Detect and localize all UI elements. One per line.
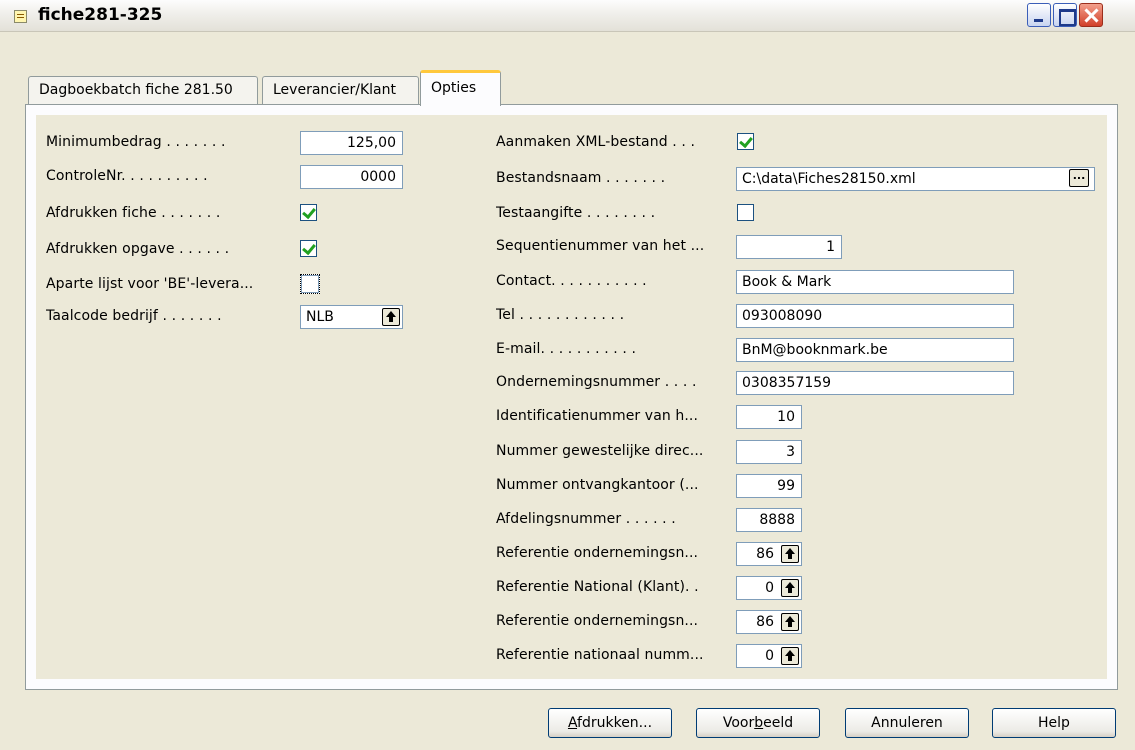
minimumbedrag-label: Minimumbedrag . . . . . . .: [46, 134, 226, 150]
row-gewestelijke: Nummer gewestelijke direc... 3: [496, 440, 1096, 464]
controlenr-label: ControleNr. . . . . . . . . .: [46, 168, 208, 184]
browse-file-button[interactable]: ...: [1069, 169, 1089, 187]
gewestelijke-label: Nummer gewestelijke direc...: [496, 443, 704, 459]
afdelingsnummer-label: Afdelingsnummer . . . . . .: [496, 511, 676, 527]
window-title: fiche281-325: [38, 5, 163, 25]
ref-nationaal-label: Referentie nationaal numm...: [496, 647, 704, 663]
contact-label: Contact. . . . . . . . . . .: [496, 273, 647, 289]
annuleren-button[interactable]: Annuleren: [845, 708, 969, 738]
row-aparte-lijst: Aparte lijst voor 'BE'-levera...: [46, 273, 416, 297]
aparte-lijst-label: Aparte lijst voor 'BE'-levera...: [46, 276, 254, 292]
dialog-window: fiche281-325 Dagboekbatch fiche 281.50 L…: [0, 0, 1135, 750]
email-input[interactable]: BnM@booknmark.be: [736, 338, 1014, 362]
xml-checkbox[interactable]: [737, 133, 754, 150]
ondernemingsnummer-label: Ondernemingsnummer . . . .: [496, 374, 697, 390]
afdrukken-button[interactable]: Afdrukken...: [548, 708, 672, 738]
voorbeeld-button[interactable]: Voorbeeld: [696, 708, 820, 738]
ontvangkantoor-input[interactable]: 99: [736, 474, 802, 498]
row-testaangifte: Testaangifte . . . . . . . .: [496, 202, 1096, 226]
options-area: Minimumbedrag . . . . . . . 125,00 Contr…: [36, 115, 1107, 679]
email-label: E-mail. . . . . . . . . . .: [496, 341, 637, 357]
ref-onderneming-1-label: Referentie ondernemingsn...: [496, 545, 699, 561]
row-email: E-mail. . . . . . . . . . . BnM@booknmar…: [496, 338, 1096, 362]
tab-panel-opties: Minimumbedrag . . . . . . . 125,00 Contr…: [25, 104, 1118, 690]
tab-dagboekbatch[interactable]: Dagboekbatch fiche 281.50: [28, 76, 258, 106]
sequentienummer-label: Sequentienummer van het ...: [496, 238, 705, 254]
help-button[interactable]: Help: [992, 708, 1116, 738]
afdelingsnummer-input[interactable]: 8888: [736, 508, 802, 532]
form-icon: [14, 10, 27, 23]
row-afdelingsnummer: Afdelingsnummer . . . . . . 8888: [496, 508, 1096, 532]
taalcode-label: Taalcode bedrijf . . . . . . .: [46, 308, 222, 324]
row-ref-onderneming-1: Referentie ondernemingsn... 86: [496, 542, 1096, 566]
row-contact: Contact. . . . . . . . . . . Book & Mark: [496, 270, 1096, 294]
afdrukken-fiche-label: Afdrukken fiche . . . . . . .: [46, 205, 221, 221]
row-identificatienummer: Identificatienummer van h... 10: [496, 405, 1096, 429]
contact-input[interactable]: Book & Mark: [736, 270, 1014, 294]
ondernemingsnummer-input[interactable]: 0308357159: [736, 371, 1014, 395]
row-ontvangkantoor: Nummer ontvangkantoor (... 99: [496, 474, 1096, 498]
identificatienummer-label: Identificatienummer van h...: [496, 408, 699, 424]
ref-national-lookup-button[interactable]: [781, 579, 799, 597]
bestandsnaam-input[interactable]: C:\data\Fiches28150.xml: [736, 167, 1095, 191]
identificatienummer-input[interactable]: 10: [736, 405, 802, 429]
ref-onderneming-1-lookup-button[interactable]: [781, 545, 799, 563]
row-taalcode: Taalcode bedrijf . . . . . . . NLB: [46, 305, 416, 329]
tel-input[interactable]: 093008090: [736, 304, 1014, 328]
testaangifte-label: Testaangifte . . . . . . . .: [496, 205, 656, 221]
taalcode-lookup-button[interactable]: [382, 308, 400, 326]
tab-leverancier-klant[interactable]: Leverancier/Klant: [262, 76, 419, 106]
bestandsnaam-label: Bestandsnaam . . . . . . .: [496, 170, 666, 186]
ontvangkantoor-label: Nummer ontvangkantoor (...: [496, 477, 699, 493]
close-button[interactable]: [1079, 3, 1103, 27]
ref-onderneming-2-lookup-button[interactable]: [781, 613, 799, 631]
row-ref-nationaal: Referentie nationaal numm... 0: [496, 644, 1096, 668]
aparte-lijst-checkbox[interactable]: [300, 274, 320, 294]
taalcode-value: NLB: [306, 309, 334, 325]
row-xml: Aanmaken XML-bestand . . .: [496, 131, 1096, 155]
sequentienummer-input[interactable]: 1: [736, 235, 842, 259]
testaangifte-checkbox[interactable]: [737, 204, 754, 221]
afdrukken-opgave-checkbox[interactable]: [300, 240, 317, 257]
minimumbedrag-input[interactable]: 125,00: [300, 131, 403, 155]
tel-label: Tel . . . . . . . . . . . .: [496, 307, 625, 323]
row-ref-national: Referentie National (Klant). . 0: [496, 576, 1096, 600]
afdrukken-opgave-label: Afdrukken opgave . . . . . .: [46, 241, 230, 257]
afdrukken-fiche-checkbox[interactable]: [300, 204, 317, 221]
tab-opties[interactable]: Opties: [420, 70, 501, 106]
row-afdrukken-opgave: Afdrukken opgave . . . . . .: [46, 238, 416, 262]
row-afdrukken-fiche: Afdrukken fiche . . . . . . .: [46, 202, 416, 226]
ref-nationaal-lookup-button[interactable]: [781, 647, 799, 665]
maximize-button[interactable]: [1053, 3, 1077, 27]
row-minimumbedrag: Minimumbedrag . . . . . . . 125,00: [46, 131, 416, 155]
gewestelijke-input[interactable]: 3: [736, 440, 802, 464]
row-controlenr: ControleNr. . . . . . . . . . 0000: [46, 165, 416, 189]
row-bestandsnaam: Bestandsnaam . . . . . . . C:\data\Fiche…: [496, 167, 1096, 191]
controlenr-input[interactable]: 0000: [300, 165, 403, 189]
row-tel: Tel . . . . . . . . . . . . 093008090: [496, 304, 1096, 328]
minimize-button[interactable]: [1027, 3, 1051, 27]
ref-onderneming-2-label: Referentie ondernemingsn...: [496, 613, 699, 629]
row-sequentienummer: Sequentienummer van het ... 1: [496, 235, 1096, 259]
xml-label: Aanmaken XML-bestand . . .: [496, 134, 695, 150]
ref-national-label: Referentie National (Klant). .: [496, 579, 699, 595]
title-bar[interactable]: fiche281-325: [0, 0, 1135, 32]
row-ondernemingsnummer: Ondernemingsnummer . . . . 0308357159: [496, 371, 1096, 395]
row-ref-onderneming-2: Referentie ondernemingsn... 86: [496, 610, 1096, 634]
